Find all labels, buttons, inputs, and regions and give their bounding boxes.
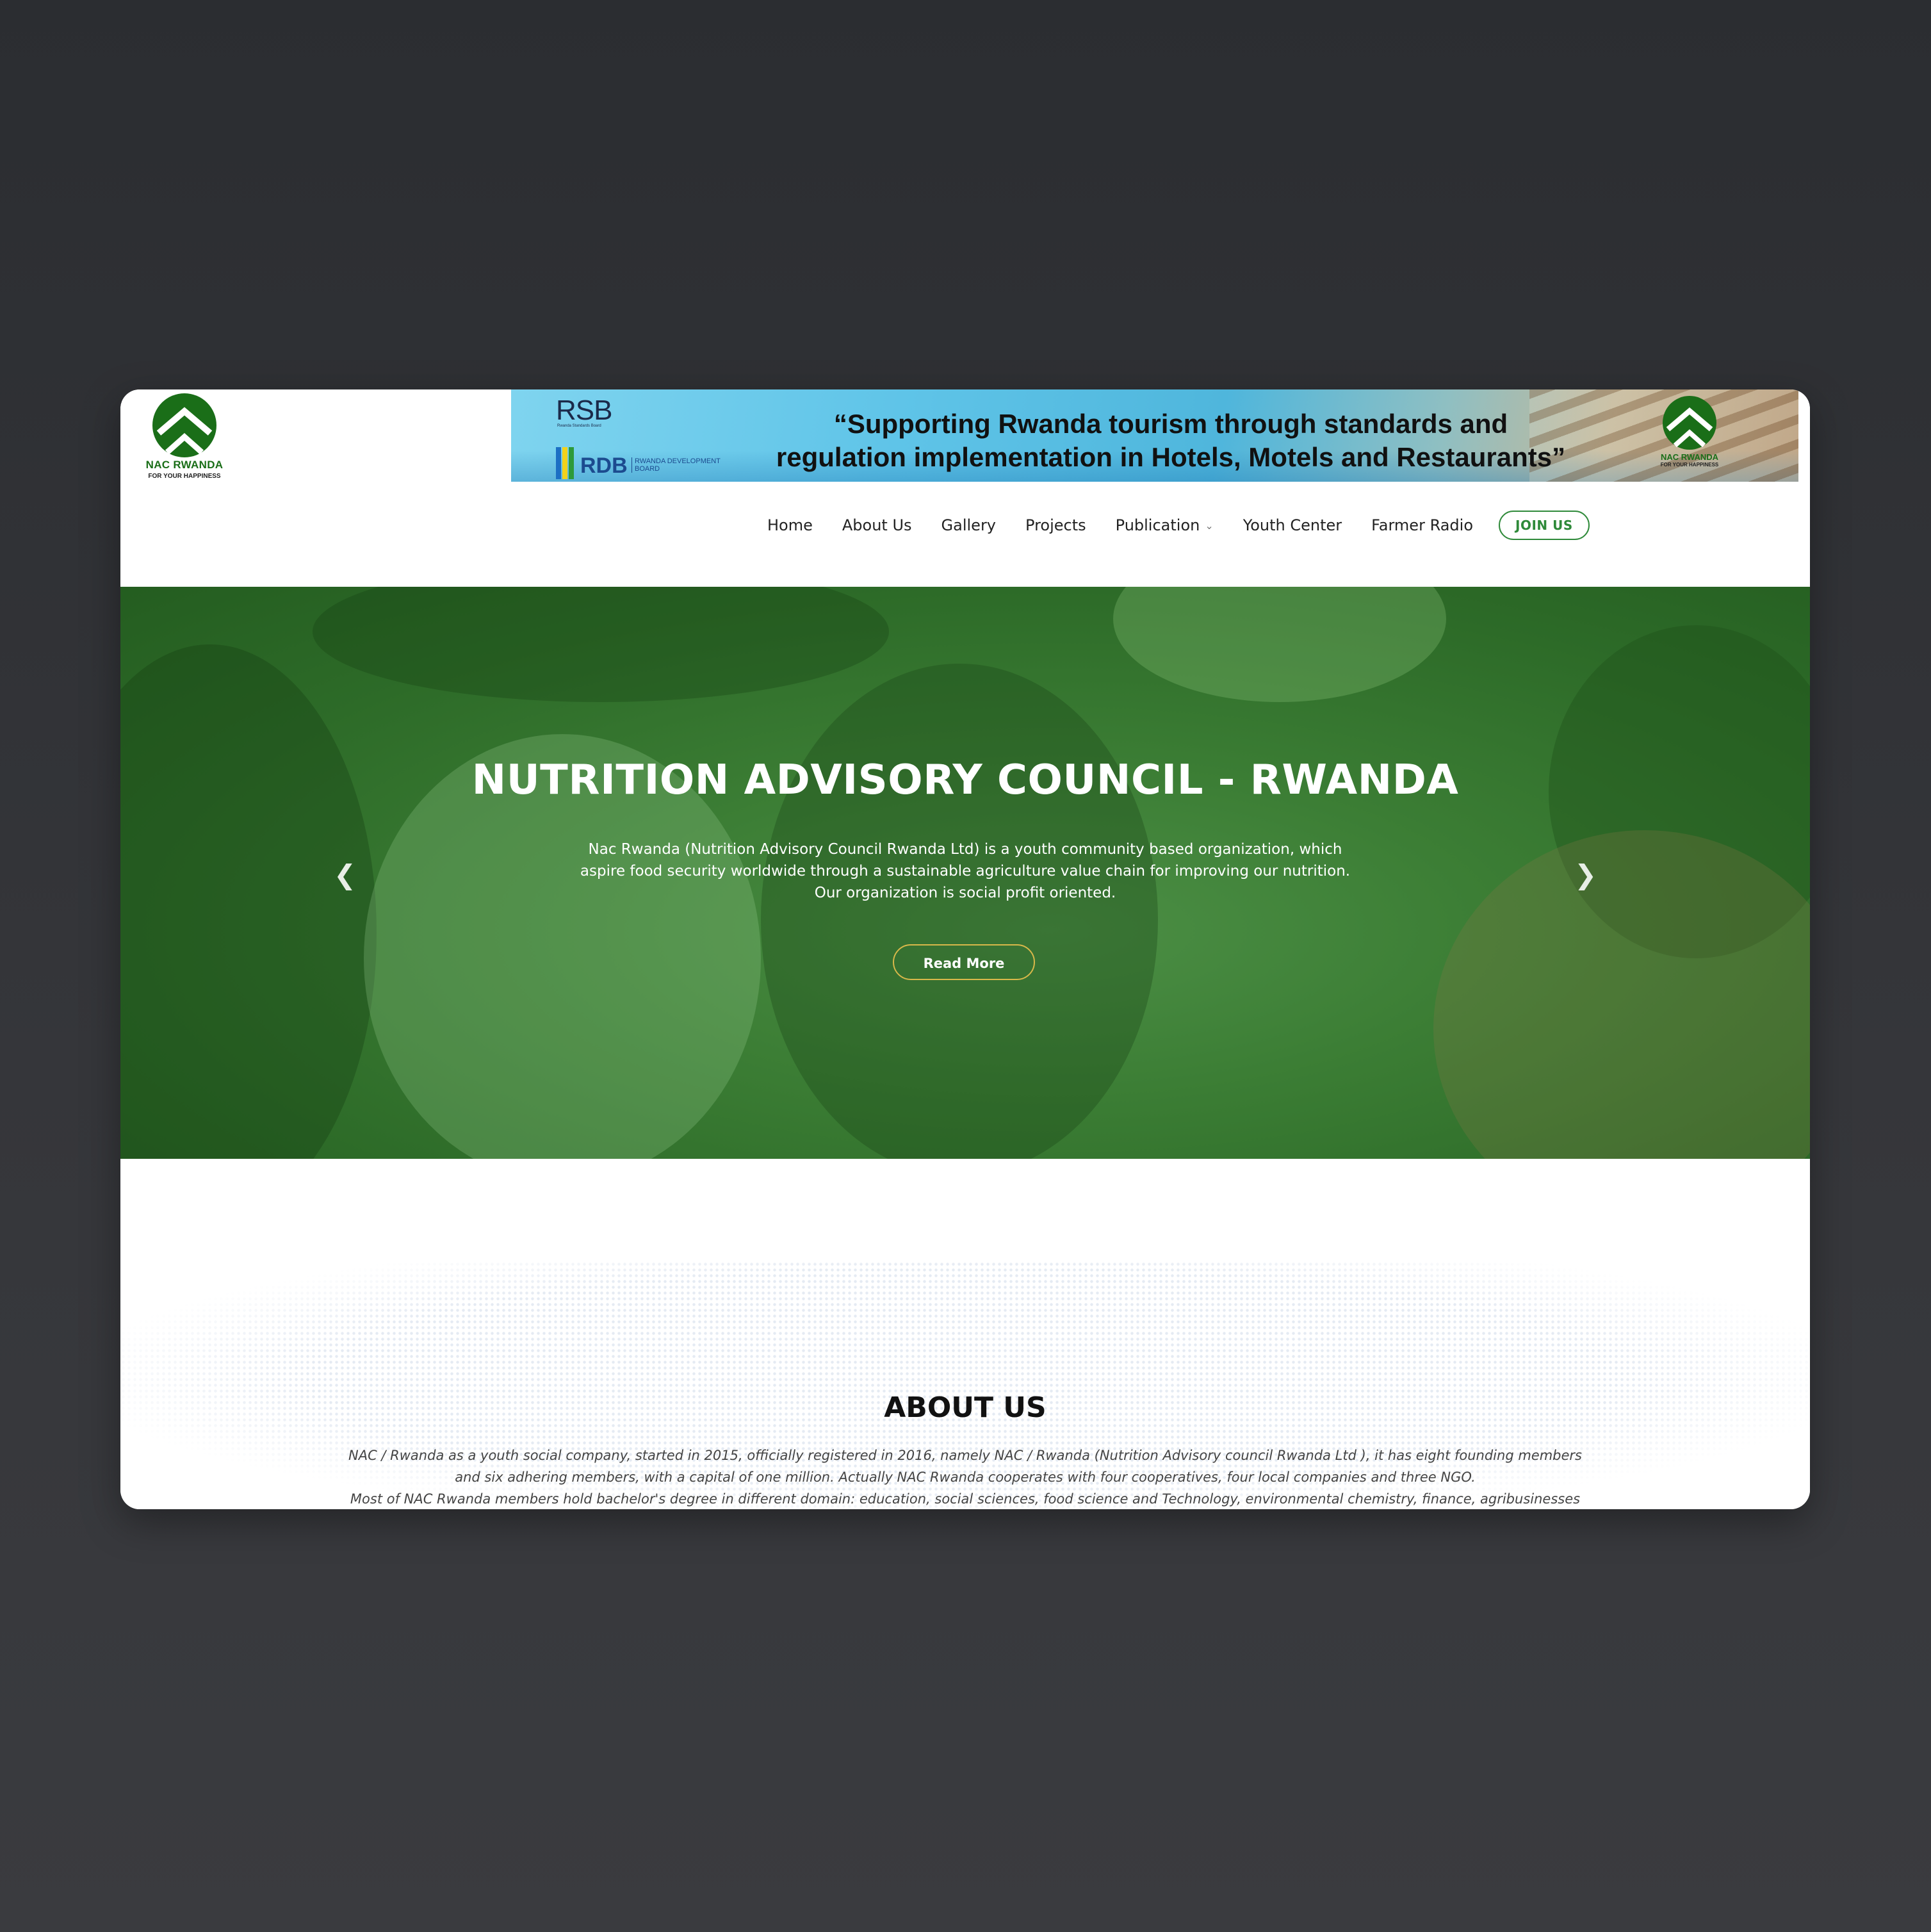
nav-about-us[interactable]: About Us — [842, 516, 912, 534]
nav-home[interactable]: Home — [767, 516, 813, 534]
about-description: NAC / Rwanda as a youth social company, … — [120, 1445, 1810, 1509]
banner-quote-line2: regulation implementation in Hotels, Mot… — [776, 442, 1566, 472]
rdb-flag-icon — [556, 447, 575, 479]
banner-quote: “Supporting Rwanda tourism through stand… — [754, 407, 1587, 474]
chevron-down-icon: ⌄ — [1205, 519, 1214, 532]
rdb-subtitle: RWANDA DEVELOPMENT BOARD — [631, 457, 731, 473]
nav-youth-center[interactable]: Youth Center — [1243, 516, 1342, 534]
logo-tagline: FOR YOUR HAPPINESS — [148, 473, 221, 480]
hero-description-line3: Our organization is social profit orient… — [814, 885, 1116, 901]
rsb-logo: RSB — [556, 395, 612, 426]
read-more-button[interactable]: Read More — [893, 944, 1035, 980]
banner-logo-tagline: FOR YOUR HAPPINESS — [1660, 462, 1719, 468]
nav-gallery[interactable]: Gallery — [941, 516, 996, 534]
about-description-line2: and six adhering members, with a capital… — [455, 1469, 1476, 1485]
hero-description-line2: aspire food security worldwide through a… — [580, 863, 1351, 880]
nav-farmer-radio[interactable]: Farmer Radio — [1371, 516, 1473, 534]
hero-photo-shape — [1113, 587, 1446, 702]
hero-description-line1: Nac Rwanda (Nutrition Advisory Council R… — [588, 841, 1342, 858]
nav-publication-label: Publication — [1115, 516, 1200, 534]
banner-logo-name: NAC RWANDA — [1660, 452, 1719, 462]
browser-window: NAC RWANDA FOR YOUR HAPPINESS RSB Rwanda… — [120, 389, 1810, 1509]
site-header: NAC RWANDA FOR YOUR HAPPINESS RSB Rwanda… — [120, 389, 1810, 587]
hero-description: Nac Rwanda (Nutrition Advisory Council R… — [120, 839, 1810, 904]
logo-name: NAC RWANDA — [145, 459, 224, 471]
join-us-button[interactable]: JOIN US — [1499, 511, 1590, 540]
chevron-right-icon[interactable]: ❯ — [1574, 859, 1597, 890]
hero-photo-shape — [761, 664, 1158, 1159]
hero-photo-shape — [313, 587, 889, 702]
main-nav: Home About Us Gallery Projects Publicati… — [767, 506, 1590, 544]
banner-quote-line1: “Supporting Rwanda tourism through stand… — [833, 409, 1508, 439]
site-logo[interactable]: NAC RWANDA FOR YOUR HAPPINESS — [140, 393, 229, 489]
hero-title: NUTRITION ADVISORY COUNCIL - RWANDA — [471, 757, 1459, 804]
about-description-line1: NAC / Rwanda as a youth social company, … — [348, 1448, 1582, 1463]
about-description-line3: Most of NAC Rwanda members hold bachelor… — [350, 1491, 1581, 1507]
rsb-subtitle: Rwanda Standards Board — [557, 424, 601, 428]
nav-projects[interactable]: Projects — [1025, 516, 1086, 534]
chevron-left-icon[interactable]: ❮ — [334, 859, 356, 890]
about-section: ABOUT US NAC / Rwanda as a youth social … — [120, 1159, 1810, 1509]
rdb-logo: RDB — [580, 454, 628, 478]
mountain-logo-icon — [1663, 396, 1716, 450]
hero-slider: NUTRITION ADVISORY COUNCIL - RWANDA Nac … — [120, 587, 1810, 1159]
banner-logo: NAC RWANDA FOR YOUR HAPPINESS — [1651, 396, 1728, 468]
header-banner[interactable]: RSB Rwanda Standards Board RDB RWANDA DE… — [511, 389, 1798, 482]
mountain-logo-icon — [152, 393, 216, 457]
about-title: ABOUT US — [884, 1391, 1047, 1424]
nav-publication[interactable]: Publication ⌄ — [1116, 516, 1214, 534]
